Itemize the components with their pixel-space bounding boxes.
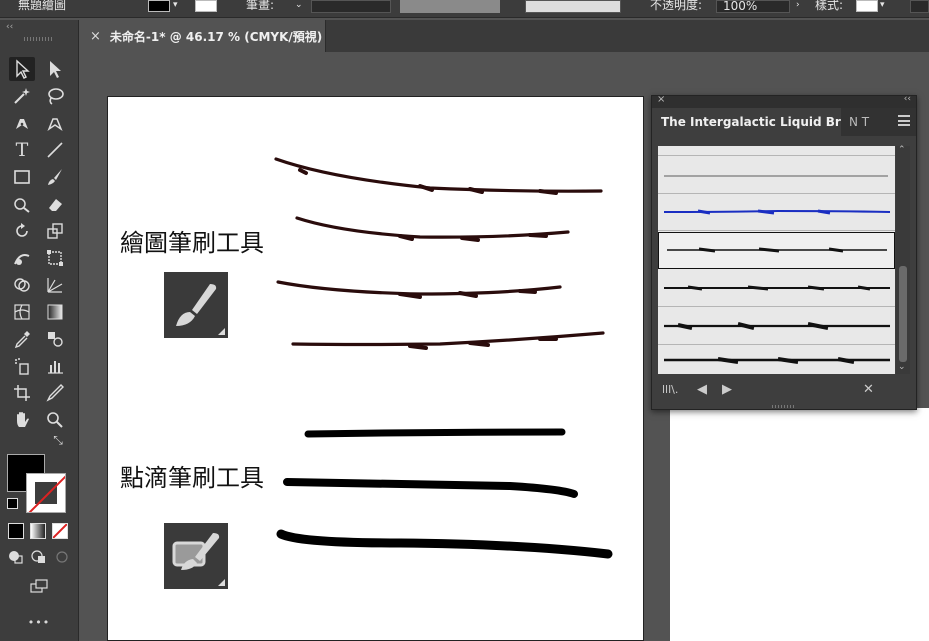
paintbrush-tool-tile-icon bbox=[164, 272, 228, 338]
close-tab-icon[interactable]: × bbox=[90, 29, 101, 44]
shape-builder-tool-icon[interactable] bbox=[9, 273, 35, 297]
brush-row-thin-grey[interactable] bbox=[658, 157, 895, 194]
control-bar: 無題繪圖 ▾ 筆畫: ⌄ 不透明度: 100% › 樣式: ▾ bbox=[0, 0, 929, 18]
magic-wand-tool-icon[interactable] bbox=[9, 84, 35, 108]
hand-tool-icon[interactable] bbox=[9, 408, 35, 432]
stroke-color-swatch[interactable] bbox=[26, 473, 66, 513]
stroke-weight-field[interactable] bbox=[311, 0, 391, 13]
rectangle-tool-icon[interactable] bbox=[9, 165, 35, 189]
brush-list bbox=[658, 146, 895, 374]
document-label: 無題繪圖 bbox=[18, 0, 67, 12]
brush-definition-field[interactable] bbox=[525, 0, 621, 13]
collapse-icon[interactable]: ‹‹ bbox=[6, 22, 13, 32]
screen-mode-icon[interactable] bbox=[26, 574, 52, 598]
more-controls[interactable] bbox=[910, 0, 929, 13]
style-dropdown-icon[interactable]: ▾ bbox=[880, 0, 885, 14]
opacity-value: 100% bbox=[723, 0, 758, 13]
panel-grip[interactable] bbox=[24, 37, 52, 41]
style-label: 樣式: bbox=[815, 0, 844, 12]
opacity-arrow-icon[interactable]: › bbox=[796, 0, 800, 14]
artboard[interactable]: 繪圖筆刷工具 點滴筆刷工具 bbox=[107, 96, 644, 641]
draw-normal-icon[interactable] bbox=[6, 547, 26, 567]
brush-row-black-liquid-3[interactable] bbox=[658, 308, 895, 345]
variable-width-profile[interactable] bbox=[400, 0, 500, 13]
edit-toolbar-icon[interactable]: ••• bbox=[26, 610, 52, 634]
fill-dropdown-icon[interactable]: ▾ bbox=[173, 0, 178, 14]
style-swatch[interactable] bbox=[856, 0, 878, 12]
free-transform-tool-icon[interactable] bbox=[42, 246, 68, 270]
brush-list-scrollbar[interactable]: ⌃ ⌄ bbox=[896, 145, 910, 374]
eraser-tool-icon[interactable] bbox=[42, 192, 68, 216]
opacity-field[interactable]: 100% bbox=[716, 0, 790, 13]
scroll-down-icon[interactable]: ⌄ bbox=[898, 362, 906, 372]
column-graph-tool-icon[interactable] bbox=[42, 354, 68, 378]
brush-row-partial[interactable] bbox=[658, 146, 895, 156]
mesh-tool-icon[interactable] bbox=[9, 300, 35, 324]
rotate-tool-icon[interactable] bbox=[9, 219, 35, 243]
none-mode-icon[interactable] bbox=[52, 523, 68, 539]
document-tab-bar: × 未命名-1* @ 46.17 % (CMYK/預視) bbox=[80, 20, 929, 52]
brush-row-black-liquid-1[interactable] bbox=[658, 232, 895, 269]
panel-footer: lll\. ◀ ▶ ✕ bbox=[652, 380, 916, 402]
artboard-2[interactable] bbox=[670, 408, 929, 641]
opacity-label: 不透明度: bbox=[650, 0, 703, 12]
panel-tabs: The Intergalactic Liquid Bru... N T bbox=[652, 108, 916, 136]
gradient-mode-icon[interactable] bbox=[30, 523, 46, 539]
paint-brush-label: 繪圖筆刷工具 bbox=[120, 229, 264, 257]
artboard-tool-icon[interactable] bbox=[9, 381, 35, 405]
swap-colors-icon[interactable]: ⤡ bbox=[51, 433, 65, 447]
next-library-icon[interactable]: ▶ bbox=[722, 380, 732, 400]
tab-other[interactable]: N T bbox=[849, 108, 869, 136]
fill-swatch[interactable] bbox=[148, 0, 170, 12]
selection-tool-icon[interactable] bbox=[9, 57, 35, 81]
collapse-panel-icon[interactable]: ‹‹ bbox=[904, 94, 911, 104]
eyedropper-tool-icon[interactable] bbox=[9, 327, 35, 351]
close-panel-icon[interactable]: × bbox=[657, 94, 665, 105]
remove-brush-stroke-icon[interactable]: ✕ bbox=[863, 380, 874, 400]
panel-header[interactable]: × ‹‹ bbox=[652, 94, 916, 108]
curvature-tool-icon[interactable] bbox=[42, 111, 68, 135]
panel-menu-icon[interactable] bbox=[898, 115, 910, 126]
tools-panel: ‹‹ T ⤡ ••• bbox=[0, 20, 79, 641]
default-colors-icon[interactable] bbox=[7, 498, 18, 509]
perspective-grid-tool-icon[interactable] bbox=[42, 273, 68, 297]
tab-intergalactic-liquid-brushes[interactable]: The Intergalactic Liquid Bru... bbox=[652, 108, 841, 136]
scroll-up-icon[interactable]: ⌃ bbox=[898, 145, 906, 155]
document-title: 未命名-1* @ 46.17 % (CMYK/預視) bbox=[109, 29, 323, 44]
slice-tool-icon[interactable] bbox=[42, 381, 68, 405]
draw-inside-icon[interactable] bbox=[52, 547, 72, 567]
blend-tool-icon[interactable] bbox=[42, 327, 68, 351]
warp-tool-icon[interactable] bbox=[9, 246, 35, 270]
lasso-tool-icon[interactable] bbox=[42, 84, 68, 108]
scroll-thumb[interactable] bbox=[899, 266, 907, 362]
brush-row-blue-liquid[interactable] bbox=[658, 194, 895, 231]
previous-library-icon[interactable]: ◀ bbox=[697, 380, 707, 400]
gradient-tool-icon[interactable] bbox=[42, 300, 68, 324]
scale-tool-icon[interactable] bbox=[42, 219, 68, 243]
document-tab[interactable]: × 未命名-1* @ 46.17 % (CMYK/預視) bbox=[80, 20, 326, 52]
line-tool-icon[interactable] bbox=[42, 138, 68, 162]
stroke-weight-dropdown-icon[interactable]: ⌄ bbox=[295, 0, 303, 14]
shaper-tool-icon[interactable] bbox=[9, 192, 35, 216]
stroke-swatch[interactable] bbox=[195, 0, 217, 12]
pen-tool-icon[interactable] bbox=[9, 111, 35, 135]
stroke-label: 筆畫: bbox=[246, 0, 275, 12]
paintbrush-tool-icon[interactable] bbox=[42, 165, 68, 189]
symbol-sprayer-tool-icon[interactable] bbox=[9, 354, 35, 378]
blob-brush-tool-tile-icon bbox=[164, 523, 228, 589]
direct-selection-tool-icon[interactable] bbox=[42, 57, 68, 81]
brush-row-black-liquid-2[interactable] bbox=[658, 270, 895, 307]
zoom-tool-icon[interactable] bbox=[42, 408, 68, 432]
brush-row-black-liquid-4[interactable] bbox=[658, 346, 895, 383]
brushes-panel: × ‹‹ The Intergalactic Liquid Bru... N T… bbox=[651, 94, 917, 410]
type-tool-icon[interactable]: T bbox=[9, 138, 35, 162]
blob-brush-label: 點滴筆刷工具 bbox=[120, 464, 264, 492]
color-mode-icon[interactable] bbox=[8, 523, 24, 539]
draw-behind-icon[interactable] bbox=[29, 547, 49, 567]
brush-libraries-icon[interactable]: lll\. bbox=[662, 380, 678, 400]
panel-resize-grip[interactable] bbox=[772, 405, 796, 408]
